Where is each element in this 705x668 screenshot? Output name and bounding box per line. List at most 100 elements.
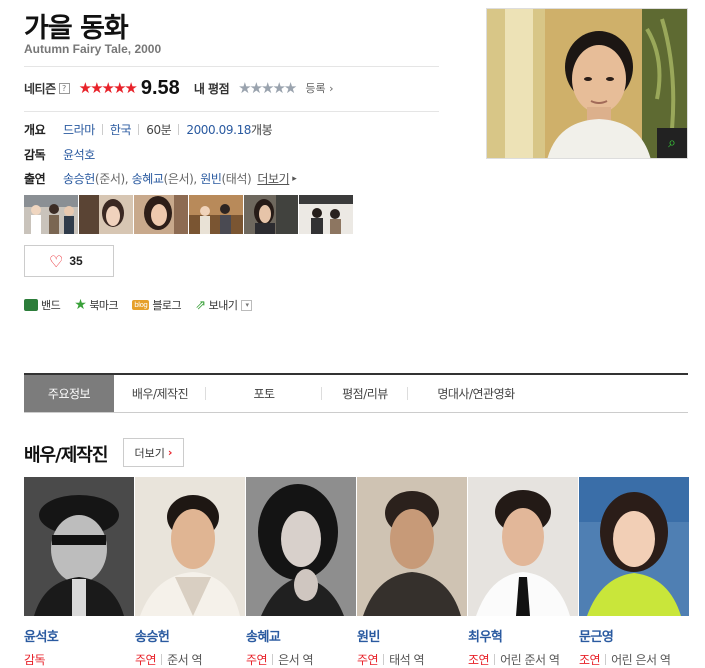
person-role: 주연 준서 역 [135,651,245,668]
netizen-stars: ★★★★★ [78,79,138,97]
blog-share-button[interactable]: blog 블로그 [132,297,182,313]
country-link[interactable]: 한국 [110,121,132,138]
divider [24,111,439,112]
separator [178,124,180,135]
photo-thumb[interactable] [244,195,298,234]
cast-list: 윤석호 감독 송승헌 주연 준서 역 송혜교 주연 은서 역 원빈 주연 태석 … [24,477,689,668]
band-label: 밴드 [41,299,61,312]
section-title: 배우/제작진 [24,445,108,466]
cast-card: 원빈 주연 태석 역 [357,477,467,668]
tab-quotes-related[interactable]: 명대사/연관영화 [408,375,544,412]
role-type: 감독 [24,653,46,667]
band-share-button[interactable]: 밴드 [24,297,61,313]
photo-thumb[interactable] [79,195,133,234]
character-name: 준서 역 [167,653,203,667]
person-photo[interactable] [468,477,578,616]
tab-label: 평점/리뷰 [342,387,388,401]
overview-row: 개요 드라마 한국 60분 2000.09.18 개봉 [24,121,273,138]
person-photo[interactable] [579,477,689,616]
person-name[interactable]: 송혜교 [246,626,356,645]
release-date-link[interactable]: 2000.09.18 [186,123,251,137]
tab-label: 주요정보 [47,387,91,401]
my-rating-label: 내 평점 [193,81,230,96]
tab-label: 명대사/연관영화 [437,387,515,401]
release-suffix: 개봉 [251,123,273,137]
genre-link[interactable]: 드라마 [63,121,95,138]
heart-icon: ♡ [49,251,64,271]
person-name[interactable]: 송승헌 [135,626,245,645]
person-role: 주연 태석 역 [357,651,467,668]
person-name[interactable]: 최우혁 [468,626,578,645]
person-photo[interactable] [246,477,356,616]
cast-more-link[interactable]: 더보기 [257,170,289,187]
separator [138,124,140,135]
cast-label: 출연 [24,172,46,186]
director-link[interactable]: 윤석호 [63,146,95,163]
cast-link[interactable]: 송승헌 [63,170,95,187]
tab-photo[interactable]: 포토 [206,375,322,412]
chevron-right-icon: ▸ [292,173,297,184]
person-name[interactable]: 문근영 [579,626,689,645]
share-arrow-icon: ⇗ [195,297,206,313]
tab-reviews[interactable]: 평점/리뷰 [322,375,408,412]
runtime: 60분 [146,123,172,137]
netizen-score: 9.58 [140,76,180,99]
cast-link[interactable]: 원빈 [200,170,222,187]
my-rating-stars[interactable]: ★★★★★ [238,79,297,97]
person-name[interactable]: 원빈 [357,626,467,645]
person-photo[interactable] [357,477,467,616]
bookmark-button[interactable]: ★ 북마크 [74,297,118,313]
cast-link[interactable]: 송혜교 [132,170,164,187]
register-rating-link[interactable]: 등록 › [305,80,333,96]
person-role: 조연 어린 은서 역 [579,651,689,668]
poster-image[interactable]: ⌕ [486,8,688,159]
role-type: 주연 [246,653,268,667]
help-icon[interactable]: ? [58,82,70,94]
cast-role: (태석) [221,172,252,186]
separator [101,124,103,135]
cast-role: (준서) [94,172,125,186]
band-icon [24,299,38,311]
character-name: 은서 역 [278,653,314,667]
director-label: 감독 [24,148,46,162]
tab-bar: 주요정보 배우/제작진 포토 평점/리뷰 명대사/연관영화 [24,373,688,413]
director-row: 감독 윤석호 [24,146,95,163]
movie-subtitle: Autumn Fairy Tale, 2000 [24,42,162,56]
cast-role: (은서) [163,172,194,186]
share-bar: 밴드 ★ 북마크 blog 블로그 ⇗ 보내기 ▾ [24,297,266,313]
photo-thumb[interactable] [189,195,243,234]
person-role: 감독 [24,651,134,668]
cast-card: 문근영 조연 어린 은서 역 [579,477,689,668]
like-count: 35 [69,254,83,268]
tab-label: 배우/제작진 [131,387,189,401]
overview-label: 개요 [24,123,46,137]
tab-main-info[interactable]: 주요정보 [24,375,114,412]
photo-thumb[interactable] [24,195,78,234]
person-photo[interactable] [24,477,134,616]
character-name: 태석 역 [389,653,425,667]
blog-label: 블로그 [152,299,182,312]
send-button[interactable]: ⇗ 보내기 ▾ [195,297,253,313]
divider [24,66,439,67]
tab-cast-crew[interactable]: 배우/제작진 [114,375,206,412]
person-photo[interactable] [135,477,245,616]
person-name[interactable]: 윤석호 [24,626,134,645]
cast-more-button[interactable]: 더보기 › [123,438,184,467]
photo-thumb[interactable] [134,195,188,234]
bookmark-label: 북마크 [89,299,119,312]
blog-icon: blog [132,300,150,310]
cast-card: 송승헌 주연 준서 역 [135,477,245,668]
send-label: 보내기 [208,299,238,312]
photo-thumb[interactable] [299,195,353,234]
photo-thumbnails [24,195,353,234]
cast-row: 출연 송승헌 (준서), 송혜교 (은서), 원빈 (태석) 더보기 ▸ [24,170,297,187]
person-role: 주연 은서 역 [246,651,356,668]
netizen-label: 네티즌 [24,81,56,96]
magnifier-icon[interactable]: ⌕ [657,128,687,158]
role-type: 조연 [579,653,601,667]
cast-card: 최우혁 조연 어린 준서 역 [468,477,578,668]
rating-row: 네티즌 ? ★★★★★ 9.58 내 평점 ★★★★★ 등록 › [24,76,439,100]
like-button[interactable]: ♡ 35 [24,245,114,277]
dropdown-icon[interactable]: ▾ [241,299,253,311]
more-label: 더보기 [134,446,165,460]
